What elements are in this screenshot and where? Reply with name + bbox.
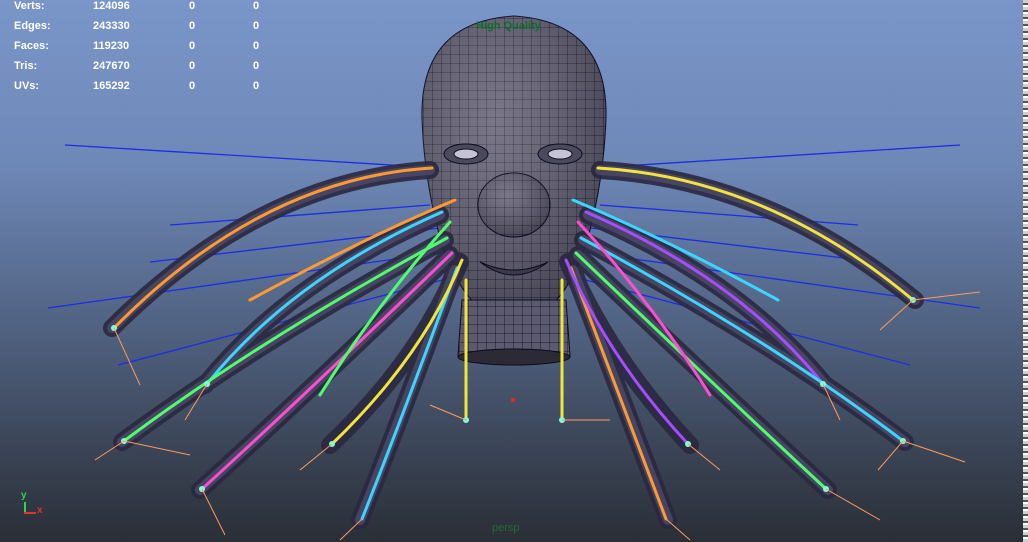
hud-value: 0 [253,0,260,12]
hud-label: Faces: [14,40,49,52]
hud-value: 165292 [93,80,130,92]
axis-y-label: y [21,490,27,501]
hud-value: 0 [189,80,196,92]
hud-value: 124096 [93,0,130,12]
hud-label: UVs: [14,80,40,92]
hud-value: 0 [253,40,260,52]
hud-value: 0 [253,20,260,32]
hud-row-tris: Tris: 247670 0 0 [14,60,274,80]
hud-value: 119230 [93,40,130,52]
hud-value: 0 [189,60,196,72]
hud-value: 0 [253,60,260,72]
viewport-right-edge [1023,0,1028,542]
hud-label: Tris: [14,60,38,72]
hud-value: 247670 [93,60,130,72]
hud-value: 0 [189,40,196,52]
hud-value: 243330 [93,20,130,32]
hud-value: 0 [189,0,196,12]
axis-x-gizmo [24,512,36,514]
viewport-persp[interactable]: Verts: 124096 0 0 Edges: 243330 0 0 Face… [0,0,1028,542]
hud-row-uvs: UVs: 165292 0 0 [14,80,274,100]
hud-row-verts: Verts: 124096 0 0 [14,0,274,20]
head-mesh[interactable] [421,15,607,366]
hud-row-edges: Edges: 243330 0 0 [14,20,274,40]
hud-label: Verts: [14,0,45,12]
render-quality-label: High Quality [476,20,541,32]
hud-value: 0 [189,20,196,32]
hud-row-faces: Faces: 119230 0 0 [14,40,274,60]
hud-value: 0 [253,80,260,92]
camera-name-label: persp [492,522,520,534]
hud-label: Edges: [14,20,51,32]
axis-x-label: x [37,505,43,516]
heads-up-poly-count: Verts: 124096 0 0 Edges: 243330 0 0 Face… [14,0,274,100]
